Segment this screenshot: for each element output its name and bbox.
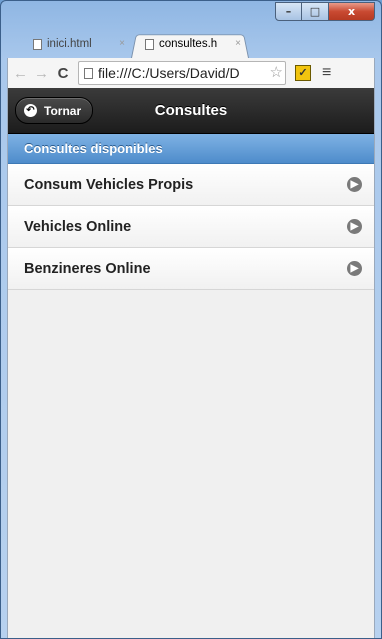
- tab-consultes[interactable]: consultes.h ×: [131, 32, 249, 58]
- tab-close-icon[interactable]: ×: [119, 38, 125, 49]
- bookmark-star-icon[interactable]: ☆: [267, 63, 283, 81]
- browser-window: – □ x inici.html × consultes.h × ← → C f…: [0, 0, 382, 639]
- maximize-button[interactable]: □: [302, 2, 329, 21]
- extension-icon[interactable]: ✓: [295, 65, 311, 81]
- tab-inici[interactable]: inici.html ×: [19, 32, 133, 58]
- tab-title: inici.html: [47, 38, 92, 50]
- chevron-right-icon: ▶: [347, 219, 362, 234]
- chevron-right-icon: ▶: [347, 177, 362, 192]
- window-controls: – □ x: [275, 2, 375, 21]
- app-header: ↶ Tornar Consultes: [8, 88, 374, 134]
- forward-arrow-icon[interactable]: →: [33, 65, 50, 82]
- browser-toolbar: ← → C file:///C:/Users/David/D ☆ ✓ ≡: [7, 58, 375, 88]
- list-item-label: Vehicles Online: [24, 218, 132, 235]
- list-item-label: Benzineres Online: [24, 260, 151, 277]
- page-content: ↶ Tornar Consultes Consultes disponibles…: [7, 88, 375, 638]
- new-tab-button[interactable]: [247, 32, 285, 58]
- back-label: Tornar: [44, 103, 82, 118]
- back-button[interactable]: ↶ Tornar: [15, 97, 94, 124]
- list-item-benzineres-online[interactable]: Benzineres Online ▶: [8, 248, 374, 290]
- tab-title: consultes.h: [159, 38, 218, 50]
- chevron-right-icon: ▶: [347, 261, 362, 276]
- close-window-button[interactable]: x: [329, 2, 375, 21]
- page-icon: [84, 68, 93, 79]
- back-arrow-icon[interactable]: ←: [12, 65, 29, 82]
- page-icon: [145, 39, 154, 50]
- menu-icon[interactable]: ≡: [322, 64, 331, 82]
- list-item-vehicles-online[interactable]: Vehicles Online ▶: [8, 206, 374, 248]
- list-item-label: Consum Vehicles Propis: [24, 176, 194, 193]
- tab-close-icon[interactable]: ×: [235, 38, 241, 49]
- page-title: Consultes: [154, 102, 228, 119]
- minimize-button[interactable]: –: [275, 2, 302, 21]
- list-divider: Consultes disponibles: [8, 134, 374, 164]
- reload-icon[interactable]: C: [54, 65, 72, 82]
- list-item-consum-vehicles-propis[interactable]: Consum Vehicles Propis ▶: [8, 164, 374, 206]
- page-icon: [33, 39, 42, 50]
- back-icon: ↶: [24, 104, 37, 117]
- url-text: file:///C:/Users/David/D: [98, 65, 240, 81]
- address-bar[interactable]: file:///C:/Users/David/D ☆: [78, 61, 286, 85]
